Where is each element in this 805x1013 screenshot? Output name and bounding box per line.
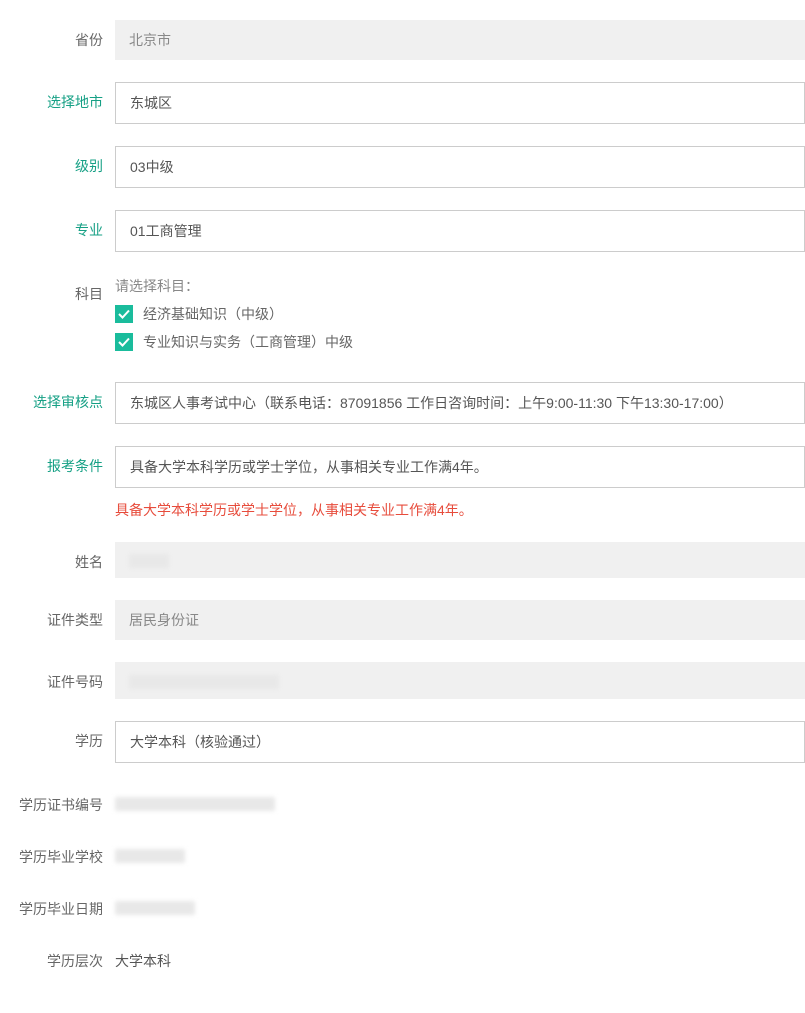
major-select[interactable]: 01工商管理 bbox=[115, 210, 805, 252]
review-point-select[interactable]: 东城区人事考试中心（联系电话：87091856 工作日咨询时间：上午9:00-1… bbox=[115, 382, 805, 424]
education-select[interactable]: 大学本科（核验通过） bbox=[115, 721, 805, 763]
label-id-number: 证件号码 bbox=[0, 662, 115, 692]
label-major: 专业 bbox=[0, 210, 115, 240]
conditions-warning: 具备大学本科学历或学士学位，从事相关专业工作满4年。 bbox=[115, 500, 805, 520]
label-name: 姓名 bbox=[0, 542, 115, 572]
id-number-value bbox=[115, 662, 805, 698]
checkbox-subject-2[interactable] bbox=[115, 333, 133, 351]
label-grad-date: 学历毕业日期 bbox=[0, 889, 115, 919]
label-level: 级别 bbox=[0, 146, 115, 176]
subject-prompt: 请选择科目： bbox=[115, 274, 805, 296]
label-grad-school: 学历毕业学校 bbox=[0, 837, 115, 867]
cert-number-value bbox=[115, 785, 805, 811]
check-icon bbox=[118, 336, 130, 348]
label-province: 省份 bbox=[0, 20, 115, 50]
district-select[interactable]: 东城区 bbox=[115, 82, 805, 124]
label-cert-number: 学历证书编号 bbox=[0, 785, 115, 815]
label-conditions: 报考条件 bbox=[0, 446, 115, 476]
label-review-point: 选择审核点 bbox=[0, 382, 115, 412]
id-type-value: 居民身份证 bbox=[115, 600, 805, 640]
level-select[interactable]: 03中级 bbox=[115, 146, 805, 188]
grad-school-value bbox=[115, 837, 805, 863]
label-district: 选择地市 bbox=[0, 82, 115, 112]
name-value bbox=[115, 542, 805, 578]
check-icon bbox=[118, 308, 130, 320]
grad-date-value bbox=[115, 889, 805, 915]
label-education: 学历 bbox=[0, 721, 115, 751]
label-subject: 科目 bbox=[0, 274, 115, 304]
province-value: 北京市 bbox=[115, 20, 805, 60]
subject-2-label: 专业知识与实务（工商管理）中级 bbox=[143, 332, 353, 352]
conditions-select[interactable]: 具备大学本科学历或学士学位，从事相关专业工作满4年。 bbox=[115, 446, 805, 488]
checkbox-subject-1[interactable] bbox=[115, 305, 133, 323]
label-id-type: 证件类型 bbox=[0, 600, 115, 630]
label-edu-level: 学历层次 bbox=[0, 941, 115, 971]
subject-1-label: 经济基础知识（中级） bbox=[143, 304, 283, 324]
edu-level-value: 大学本科 bbox=[115, 941, 805, 971]
